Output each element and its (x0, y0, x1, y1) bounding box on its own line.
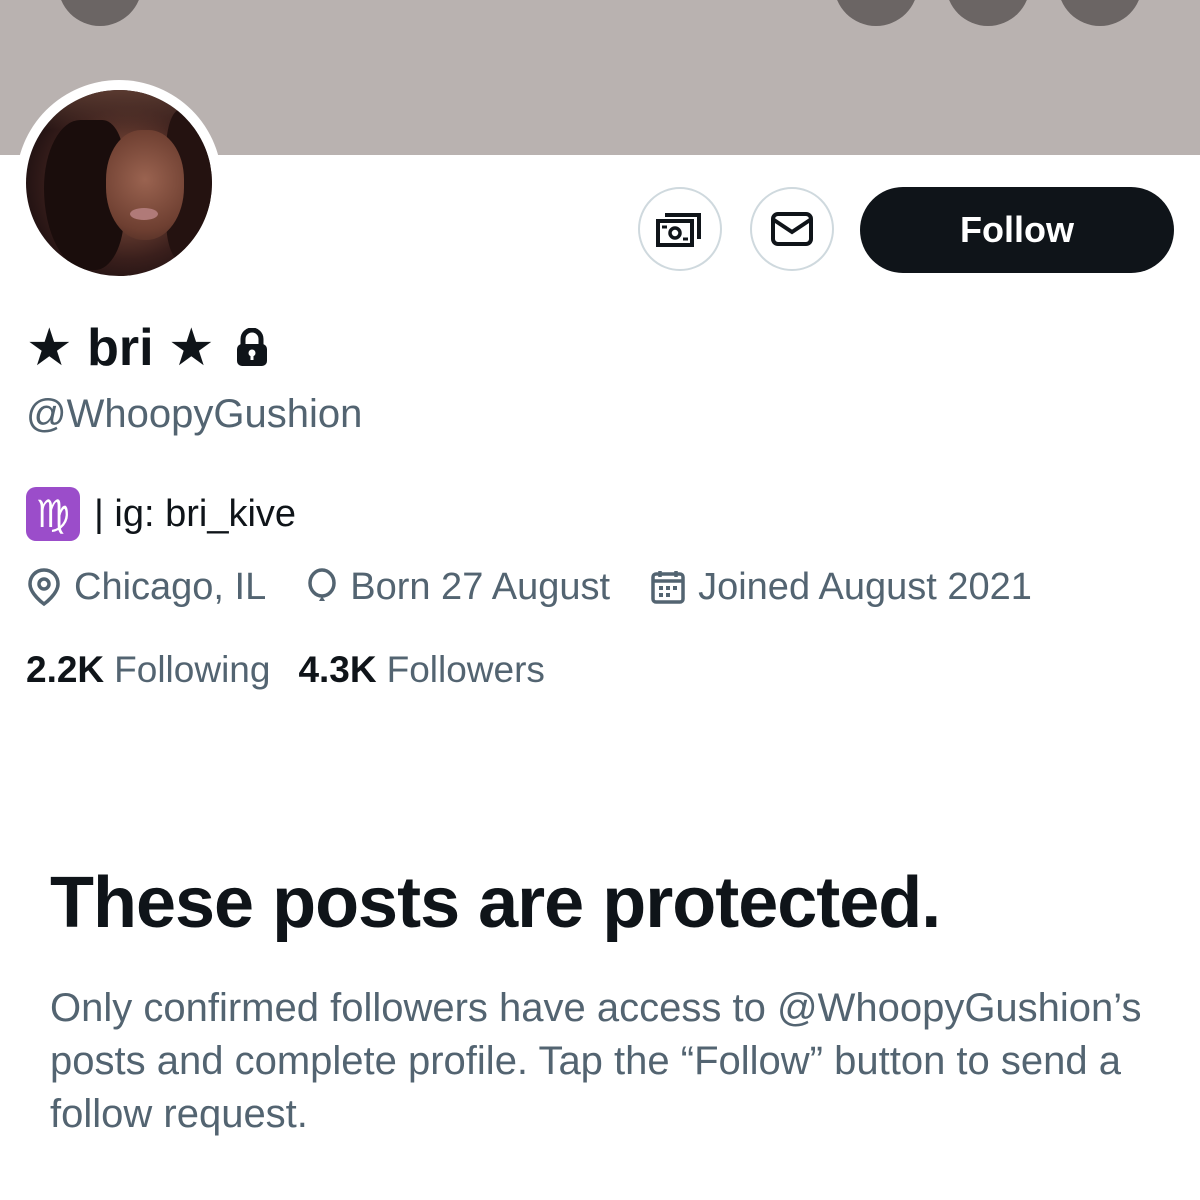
display-name-row: ★ bri ★ (26, 316, 269, 380)
balloon-icon (308, 568, 336, 601)
avatar-lips (130, 208, 158, 220)
following-count: 2.2K (26, 649, 105, 690)
avatar-face (106, 130, 184, 240)
display-name: ★ bri ★ (26, 319, 215, 377)
following-link[interactable]: 2.2K Following (26, 649, 270, 691)
profile-meta: Chicago, IL Born 27 August Joined August… (26, 562, 1072, 612)
lock-icon (235, 328, 269, 368)
back-button[interactable] (58, 0, 142, 26)
tip-button[interactable] (638, 187, 722, 271)
joined-text: Joined August 2021 (698, 565, 1032, 608)
follow-button[interactable]: Follow (860, 187, 1174, 273)
avatar-frame (16, 80, 222, 286)
followers-label: Followers (386, 649, 545, 690)
user-handle: @WhoopyGushion (26, 392, 363, 436)
location-text: Chicago, IL (74, 565, 267, 608)
followers-count: 4.3K (298, 649, 377, 690)
profile-page: Follow ★ bri ★ @WhoopyGushion ♍ | ig: br… (0, 0, 1200, 1200)
envelope-icon (771, 212, 813, 246)
money-icon (656, 213, 701, 247)
birthday-item: Born 27 August (306, 566, 610, 609)
protected-body: Only confirmed followers have access to … (50, 986, 1142, 1136)
avatar[interactable] (26, 90, 212, 276)
following-label: Following (114, 649, 271, 690)
followers-link[interactable]: 4.3K Followers (298, 649, 544, 691)
bio: ♍ | ig: bri_kive (26, 487, 296, 541)
more-button[interactable] (1058, 0, 1142, 26)
share-button[interactable] (946, 0, 1030, 26)
virgo-emoji: ♍ (26, 487, 80, 541)
joined-item: Joined August 2021 (650, 566, 1032, 609)
location-item: Chicago, IL (26, 566, 266, 609)
bio-text: | ig: bri_kive (94, 492, 297, 535)
search-button[interactable] (834, 0, 918, 26)
calendar-icon (651, 571, 685, 604)
message-button[interactable] (750, 187, 834, 271)
follow-counts: 2.2K Following 4.3K Followers (26, 645, 573, 695)
location-pin-icon (28, 568, 60, 607)
birthday-text: Born 27 August (350, 565, 611, 608)
protected-title: These posts are protected. (50, 863, 941, 943)
